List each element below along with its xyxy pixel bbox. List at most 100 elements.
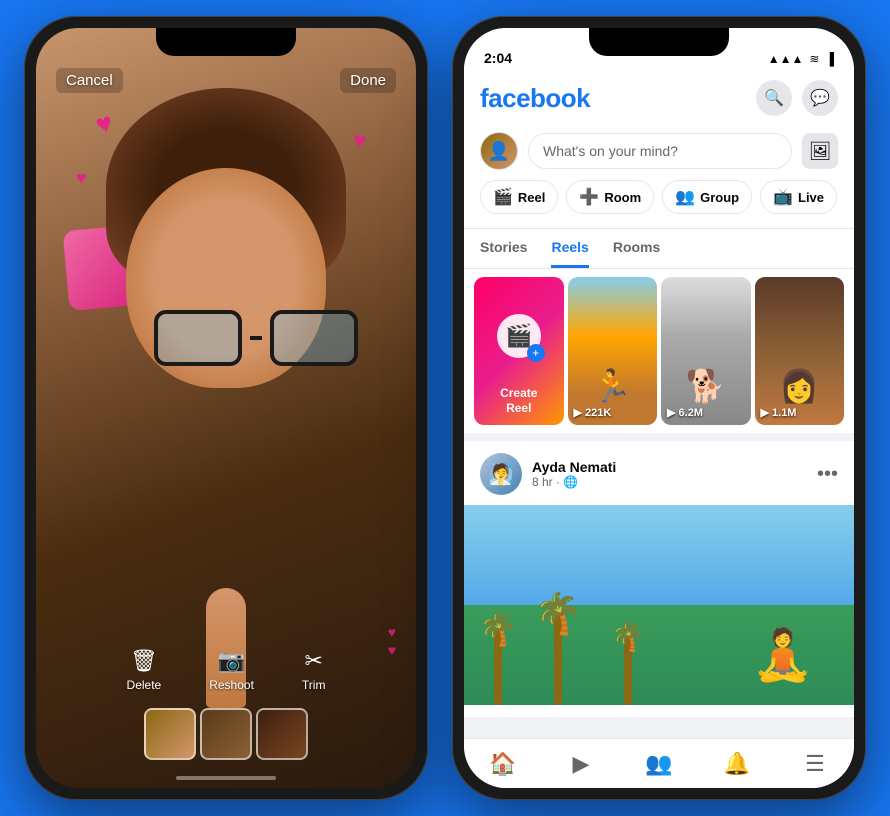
reshoot-action[interactable]: 📷 Reshoot [209, 648, 254, 692]
battery-icon: ▐ [825, 52, 834, 66]
camera-bottom-bar: 🗑 Delete 📷 Reshoot ✂ Trim [36, 648, 416, 760]
done-button[interactable]: Done [340, 68, 396, 93]
right-phone: 2:04 ▲▲▲ ≋ ▐ facebook 🔍 [452, 16, 866, 800]
create-reel-label: CreateReel [500, 386, 537, 415]
post-user-avatar: 🧖 [480, 453, 522, 495]
palm-tree-1: 🌴 [494, 625, 502, 705]
bell-icon: 🔔 [723, 751, 750, 777]
facebook-screen: 2:04 ▲▲▲ ≋ ▐ facebook 🔍 [464, 28, 854, 788]
people-icon: 👥 [645, 751, 672, 777]
camera-screen: ♥ ♥ ♥ [36, 28, 416, 788]
palm-tree-3: 🌴 [624, 635, 632, 705]
post-user: 🧖 Ayda Nemati 8 hr · 🌐 [480, 453, 616, 495]
tab-stories[interactable]: Stories [480, 239, 527, 268]
person-silhouette: 🧘 [752, 626, 814, 685]
signal-icon: ▲▲▲ [768, 52, 804, 66]
create-reel-card[interactable]: 🎬 + CreateReel [474, 277, 564, 425]
reel-card-1[interactable]: 🏃 ▶ 221K [568, 277, 658, 425]
camera-top-bar: Cancel Done [36, 68, 416, 93]
user-meta: 8 hr · 🌐 [532, 475, 616, 489]
wifi-icon: ≋ [809, 52, 819, 66]
group-icon: 👥 [675, 187, 695, 207]
notch-right [589, 28, 729, 56]
reel-button[interactable]: 🎬 Reel [480, 180, 558, 214]
user-info: Ayda Nemati 8 hr · 🌐 [532, 459, 616, 489]
reel-3-person: 👩 [779, 367, 819, 405]
palm-tree-2: 🌴 [554, 605, 562, 705]
reel-card-2[interactable]: 🐕 ▶ 6.2M [661, 277, 751, 425]
reel-2-person: 🐕 [686, 367, 726, 405]
post-more-button[interactable]: ••• [817, 463, 838, 486]
home-indicator-right[interactable] [609, 776, 709, 780]
post-input[interactable]: What's on your mind? [528, 133, 792, 169]
group-label: Group [700, 190, 739, 205]
fb-logo-row: facebook 🔍 💬 [480, 80, 838, 116]
thumbnail-3[interactable] [256, 708, 308, 760]
media-icon: 🖼 [809, 141, 832, 162]
nav-video[interactable]: ▶ [556, 742, 606, 786]
content-tabs: Stories Reels Rooms [464, 229, 854, 269]
nav-notifications[interactable]: 🔔 [712, 742, 762, 786]
user-avatar-small: 👤 [480, 132, 518, 170]
cancel-button[interactable]: Cancel [56, 68, 123, 93]
trim-icon: ✂ [304, 648, 322, 674]
reel-label: Reel [518, 190, 545, 205]
camera-actions: 🗑 Delete 📷 Reshoot ✂ Trim [36, 648, 416, 692]
left-phone: ♥ ♥ ♥ [24, 16, 428, 800]
plus-badge: + [527, 344, 545, 362]
reel-card-3[interactable]: 👩 ▶ 1.1M [755, 277, 845, 425]
nav-home[interactable]: 🏠 [478, 742, 528, 786]
right-lens [270, 310, 358, 366]
reshoot-icon: 📷 [218, 648, 245, 674]
status-icons: ▲▲▲ ≋ ▐ [768, 52, 834, 66]
user-name[interactable]: Ayda Nemati [532, 459, 616, 475]
fb-header-icons: 🔍 💬 [756, 80, 838, 116]
search-icon: 🔍 [764, 88, 784, 108]
group-button[interactable]: 👥 Group [662, 180, 752, 214]
tab-reels[interactable]: Reels [551, 239, 588, 268]
notch-left [156, 28, 296, 56]
media-button[interactable]: 🖼 [802, 133, 838, 169]
live-button[interactable]: 📺 Live [760, 180, 837, 214]
feed-post: 🧖 Ayda Nemati 8 hr · 🌐 ••• [464, 441, 854, 717]
menu-icon: ☰ [805, 751, 825, 777]
video-icon: ▶ [573, 751, 590, 777]
room-button[interactable]: ➕ Room [566, 180, 654, 214]
tab-rooms[interactable]: Rooms [613, 239, 660, 268]
face-area [96, 88, 356, 468]
post-header: 🧖 Ayda Nemati 8 hr · 🌐 ••• [480, 453, 838, 495]
phones-container: ♥ ♥ ♥ [24, 16, 866, 800]
heart-sticker-3: ♥ [76, 168, 87, 189]
home-icon: 🏠 [489, 751, 516, 777]
delete-action[interactable]: 🗑 Delete [127, 648, 162, 692]
live-icon: 📺 [773, 187, 793, 207]
fb-header: facebook 🔍 💬 👤 [464, 72, 854, 229]
search-button[interactable]: 🔍 [756, 80, 792, 116]
home-indicator-left[interactable] [176, 776, 276, 780]
trim-action[interactable]: ✂ Trim [302, 648, 326, 692]
post-placeholder: What's on your mind? [543, 143, 678, 159]
status-time: 2:04 [484, 50, 512, 66]
reel-1-person: 🏃 [592, 367, 632, 405]
post-image: 🌴 🌴 🌴 🧘 [464, 505, 854, 705]
post-bar: 👤 What's on your mind? 🖼 [480, 126, 838, 180]
delete-icon: 🗑 [130, 648, 158, 674]
left-lens [154, 310, 242, 366]
reel-icon: 🎬 [493, 187, 513, 207]
bottom-nav: 🏠 ▶ 👥 🔔 ☰ [464, 738, 854, 788]
trim-label: Trim [302, 678, 326, 692]
delete-label: Delete [127, 678, 162, 692]
thumbnail-2[interactable] [200, 708, 252, 760]
room-icon: ➕ [579, 187, 599, 207]
camera-thumbnails [36, 708, 416, 760]
facebook-logo: facebook [480, 83, 590, 114]
reel-3-views: ▶ 1.1M [761, 406, 797, 419]
nav-menu[interactable]: ☰ [790, 742, 840, 786]
glasses [146, 308, 366, 368]
messenger-button[interactable]: 💬 [802, 80, 838, 116]
messenger-icon: 💬 [810, 88, 830, 108]
glasses-bridge [250, 336, 262, 340]
reel-2-views: ▶ 6.2M [667, 406, 703, 419]
thumbnail-1[interactable] [144, 708, 196, 760]
face [126, 168, 326, 388]
